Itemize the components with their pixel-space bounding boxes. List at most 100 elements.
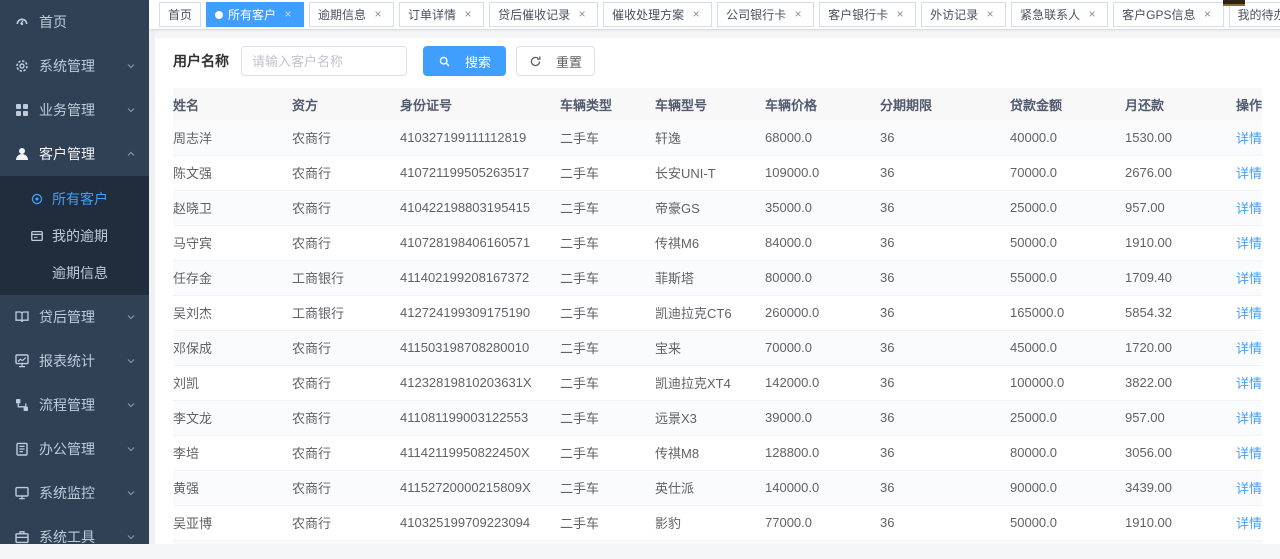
- sidebar-item-home[interactable]: 首页: [0, 0, 149, 44]
- cell-action: 详情: [1235, 120, 1262, 155]
- tab-visit-records[interactable]: 外访记录×: [921, 2, 1006, 27]
- cell: 165000.0: [1010, 295, 1125, 330]
- cell: 36: [880, 190, 1010, 225]
- tab-postloan-collection-records[interactable]: 贷后催收记录×: [489, 2, 598, 27]
- cell: 1709.40: [1125, 260, 1235, 295]
- cell: 3439.00: [1125, 470, 1235, 505]
- sidebar-subitem-overdue-info[interactable]: 逾期信息: [0, 254, 149, 291]
- detail-link[interactable]: 详情: [1236, 411, 1262, 426]
- cell: 二手车: [560, 505, 655, 540]
- cell: 140000.0: [765, 470, 880, 505]
- sidebar-item-system-mgmt[interactable]: 系统管理: [0, 44, 149, 88]
- user-icon: [14, 146, 30, 162]
- cell: 80000.0: [765, 260, 880, 295]
- gear-icon: [14, 58, 30, 74]
- reset-button[interactable]: 重置: [516, 46, 595, 76]
- cell: 41152720000215809X: [400, 470, 560, 505]
- cell: 36: [880, 155, 1010, 190]
- cell: 36: [880, 225, 1010, 260]
- close-icon[interactable]: ×: [281, 8, 295, 22]
- detail-link[interactable]: 详情: [1236, 516, 1262, 531]
- clipboard-icon: [14, 441, 30, 457]
- sidebar-item-label: 客户管理: [39, 144, 125, 164]
- sidebar-item-process-mgmt[interactable]: 流程管理: [0, 383, 149, 427]
- detail-link[interactable]: 详情: [1236, 306, 1262, 321]
- close-icon[interactable]: ×: [689, 8, 703, 22]
- tab-customer-bank-card[interactable]: 客户银行卡×: [819, 2, 916, 27]
- close-icon[interactable]: ×: [791, 8, 805, 22]
- cell: 帝豪GS: [655, 190, 765, 225]
- detail-link[interactable]: 详情: [1236, 376, 1262, 391]
- close-icon[interactable]: ×: [1201, 8, 1215, 22]
- cell: 957.00: [1125, 190, 1235, 225]
- tabs-container: 首页所有客户×逾期信息×订单详情×贷后催收记录×催收处理方案×公司银行卡×客户银…: [159, 2, 1280, 27]
- sidebar-item-label: 首页: [39, 12, 137, 32]
- sidebar-scrollbar-track[interactable]: [149, 30, 155, 544]
- sidebar-item-system-monitor[interactable]: 系统监控: [0, 471, 149, 515]
- sidebar-item-customer-mgmt[interactable]: 客户管理: [0, 132, 149, 176]
- cell: 李培: [173, 435, 292, 470]
- cell: 邓保成: [173, 330, 292, 365]
- close-icon[interactable]: ×: [371, 8, 385, 22]
- sidebar: 首页系统管理业务管理客户管理所有客户我的逾期逾期信息贷后管理报表统计流程管理办公…: [0, 0, 149, 544]
- close-icon[interactable]: ×: [893, 8, 907, 22]
- cell: 农商行: [292, 400, 400, 435]
- search-input[interactable]: [241, 46, 407, 76]
- table-row: 邓保成农商行411503198708280010二手车宝来70000.03645…: [173, 330, 1262, 365]
- cell: 农商行: [292, 190, 400, 225]
- card-icon: [30, 229, 44, 243]
- detail-link[interactable]: 详情: [1236, 131, 1262, 146]
- tab-company-bank-card[interactable]: 公司银行卡×: [717, 2, 814, 27]
- sidebar-item-report-stats[interactable]: 报表统计: [0, 339, 149, 383]
- close-icon[interactable]: ×: [1085, 8, 1099, 22]
- sidebar-item-business-mgmt[interactable]: 业务管理: [0, 88, 149, 132]
- cell: 农商行: [292, 365, 400, 400]
- cell: 吴刘杰: [173, 295, 292, 330]
- tab-home[interactable]: 首页: [159, 2, 201, 27]
- sidebar-item-system-tools[interactable]: 系统工具: [0, 515, 149, 559]
- close-icon[interactable]: ×: [983, 8, 997, 22]
- column-header: 车辆价格: [765, 88, 880, 120]
- chevron-down-icon: [125, 104, 137, 116]
- cell-action: 详情: [1235, 155, 1262, 190]
- cell: 77000.0: [765, 505, 880, 540]
- tab-label: 所有客户: [228, 6, 276, 23]
- cell: 二手车: [560, 295, 655, 330]
- detail-link[interactable]: 详情: [1236, 446, 1262, 461]
- tab-all-customers[interactable]: 所有客户 ×: [206, 2, 304, 27]
- detail-link[interactable]: 详情: [1236, 271, 1262, 286]
- cell: 410728198406160571: [400, 225, 560, 260]
- cell: 二手车: [560, 120, 655, 155]
- search-button[interactable]: 搜索: [423, 46, 506, 76]
- detail-link[interactable]: 详情: [1236, 201, 1262, 216]
- sidebar-item-postloan-mgmt[interactable]: 贷后管理: [0, 295, 149, 339]
- cell: [173, 540, 1262, 544]
- tab-customer-gps[interactable]: 客户GPS信息×: [1113, 2, 1223, 27]
- tab-order-detail[interactable]: 订单详情×: [399, 2, 484, 27]
- cell: 农商行: [292, 120, 400, 155]
- detail-link[interactable]: 详情: [1236, 341, 1262, 356]
- cell: 36: [880, 400, 1010, 435]
- table-row: 吴刘杰工商银行412724199309175190二手车凯迪拉克CT626000…: [173, 295, 1262, 330]
- tab-label: 紧急联系人: [1020, 6, 1080, 23]
- tab-collection-plan[interactable]: 催收处理方案×: [603, 2, 712, 27]
- tab-emergency-contacts[interactable]: 紧急联系人 ×: [1011, 2, 1108, 27]
- detail-link[interactable]: 详情: [1236, 481, 1262, 496]
- refresh-icon: [529, 55, 542, 68]
- sidebar-subitem-all-customers[interactable]: 所有客户: [0, 180, 149, 217]
- close-icon[interactable]: ×: [575, 8, 589, 22]
- tab-overdue-info[interactable]: 逾期信息×: [309, 2, 394, 27]
- avatar[interactable]: [1223, 0, 1245, 6]
- cell: 36: [880, 470, 1010, 505]
- cell-action: 详情: [1235, 225, 1262, 260]
- cell: 远景X3: [655, 400, 765, 435]
- close-icon[interactable]: ×: [461, 8, 475, 22]
- tab-label: 首页: [168, 6, 192, 23]
- sidebar-subitem-my-overdue[interactable]: 我的逾期: [0, 217, 149, 254]
- cell: 赵晓卫: [173, 190, 292, 225]
- detail-link[interactable]: 详情: [1236, 166, 1262, 181]
- cell-action: 详情: [1235, 470, 1262, 505]
- sidebar-item-office-mgmt[interactable]: 办公管理: [0, 427, 149, 471]
- search-icon: [438, 55, 451, 68]
- detail-link[interactable]: 详情: [1236, 236, 1262, 251]
